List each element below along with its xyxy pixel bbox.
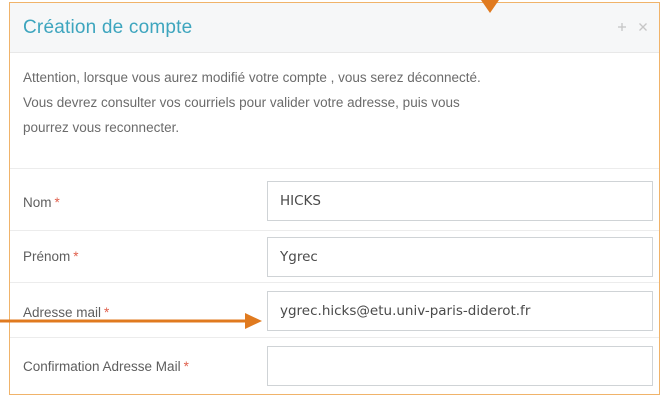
required-marker: *	[104, 305, 110, 320]
form-divider	[10, 337, 659, 338]
notice-line: pourrez vous reconnecter.	[23, 120, 180, 135]
last-name-label-text: Nom	[23, 195, 52, 210]
first-name-label: Prénom *	[23, 249, 79, 264]
screenshot-stage: Création de compte Attention, lorsque vo…	[0, 0, 664, 397]
form-divider	[10, 168, 659, 169]
email-confirmation-input[interactable]	[267, 346, 653, 386]
email-label: Adresse mail *	[23, 305, 109, 320]
email-label-text: Adresse mail	[23, 305, 102, 320]
required-marker: *	[54, 195, 60, 210]
email-confirmation-label-text: Confirmation Adresse Mail	[23, 359, 181, 374]
required-marker: *	[183, 359, 189, 374]
email-confirmation-label: Confirmation Adresse Mail *	[23, 359, 189, 374]
logout-warning-notice: Attention, lorsque vous aurez modifié vo…	[23, 65, 653, 140]
required-marker: *	[73, 249, 79, 264]
email-input[interactable]	[267, 291, 653, 331]
account-creation-panel: Création de compte Attention, lorsque vo…	[9, 2, 660, 395]
notice-line: Attention, lorsque vous aurez modifié vo…	[23, 70, 481, 85]
panel-title: Création de compte	[23, 17, 193, 38]
last-name-input[interactable]	[267, 181, 653, 221]
last-name-label: Nom *	[23, 195, 60, 210]
form-divider	[10, 230, 659, 231]
form-divider	[10, 282, 659, 283]
panel-header: Création de compte	[10, 3, 659, 53]
plus-icon[interactable]	[617, 17, 627, 37]
first-name-input[interactable]	[267, 237, 653, 277]
first-name-label-text: Prénom	[23, 249, 71, 264]
close-icon[interactable]	[638, 17, 648, 37]
notice-line: Vous devrez consulter vos courriels pour…	[23, 95, 460, 110]
